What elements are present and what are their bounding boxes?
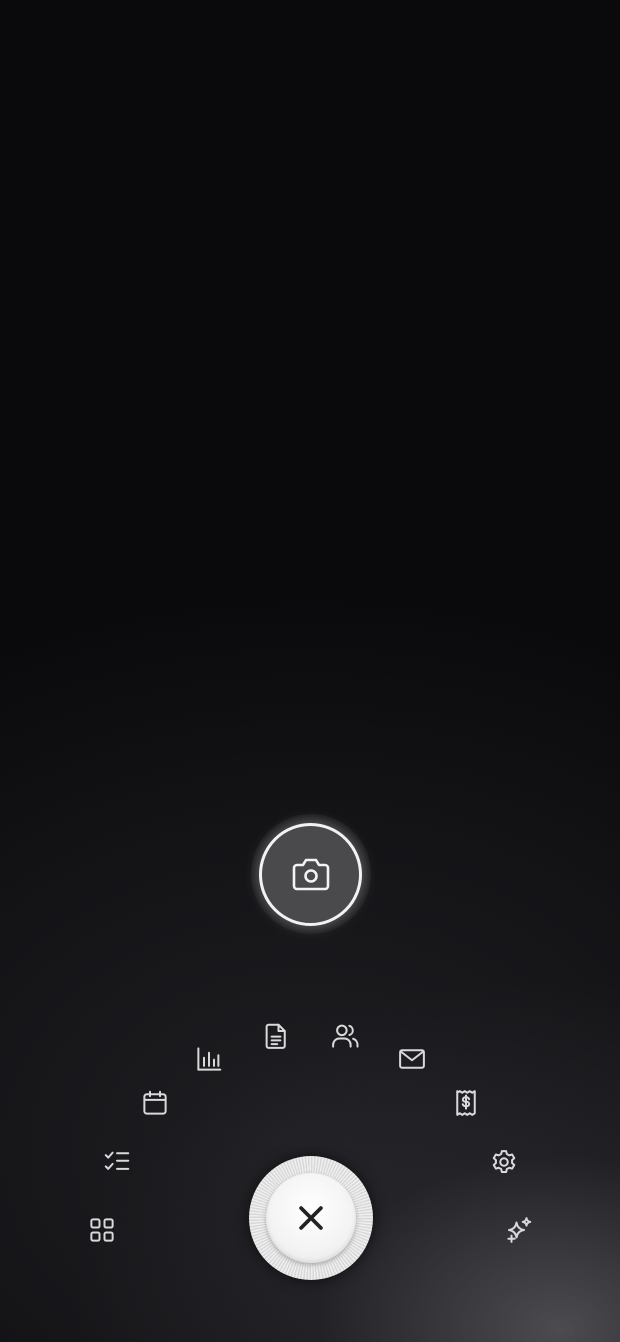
close-icon	[299, 1206, 323, 1230]
close-menu-button[interactable]	[249, 1156, 373, 1280]
receipt-icon	[456, 1090, 476, 1116]
mail-icon	[399, 1049, 425, 1069]
settings-icon	[492, 1150, 516, 1173]
sparkles-icon	[507, 1217, 532, 1243]
ai-assist-button[interactable]	[497, 1208, 541, 1252]
calendar-icon	[143, 1090, 167, 1115]
grid-button[interactable]	[80, 1208, 124, 1252]
bar-chart-icon	[197, 1047, 222, 1071]
analytics-button[interactable]	[187, 1037, 231, 1081]
document-icon	[265, 1023, 286, 1049]
mail-button[interactable]	[390, 1037, 434, 1081]
checklist-button[interactable]	[95, 1140, 139, 1184]
grid-icon	[90, 1218, 114, 1242]
document-button[interactable]	[254, 1014, 298, 1058]
checklist-icon	[104, 1151, 130, 1170]
camera-icon	[292, 858, 329, 890]
settings-button[interactable]	[482, 1140, 526, 1184]
users-icon	[332, 1024, 359, 1048]
close-button-face	[266, 1173, 356, 1263]
camera-button[interactable]	[259, 823, 362, 926]
contacts-button[interactable]	[323, 1014, 367, 1058]
receipt-button[interactable]	[444, 1081, 488, 1125]
calendar-button[interactable]	[133, 1081, 177, 1125]
